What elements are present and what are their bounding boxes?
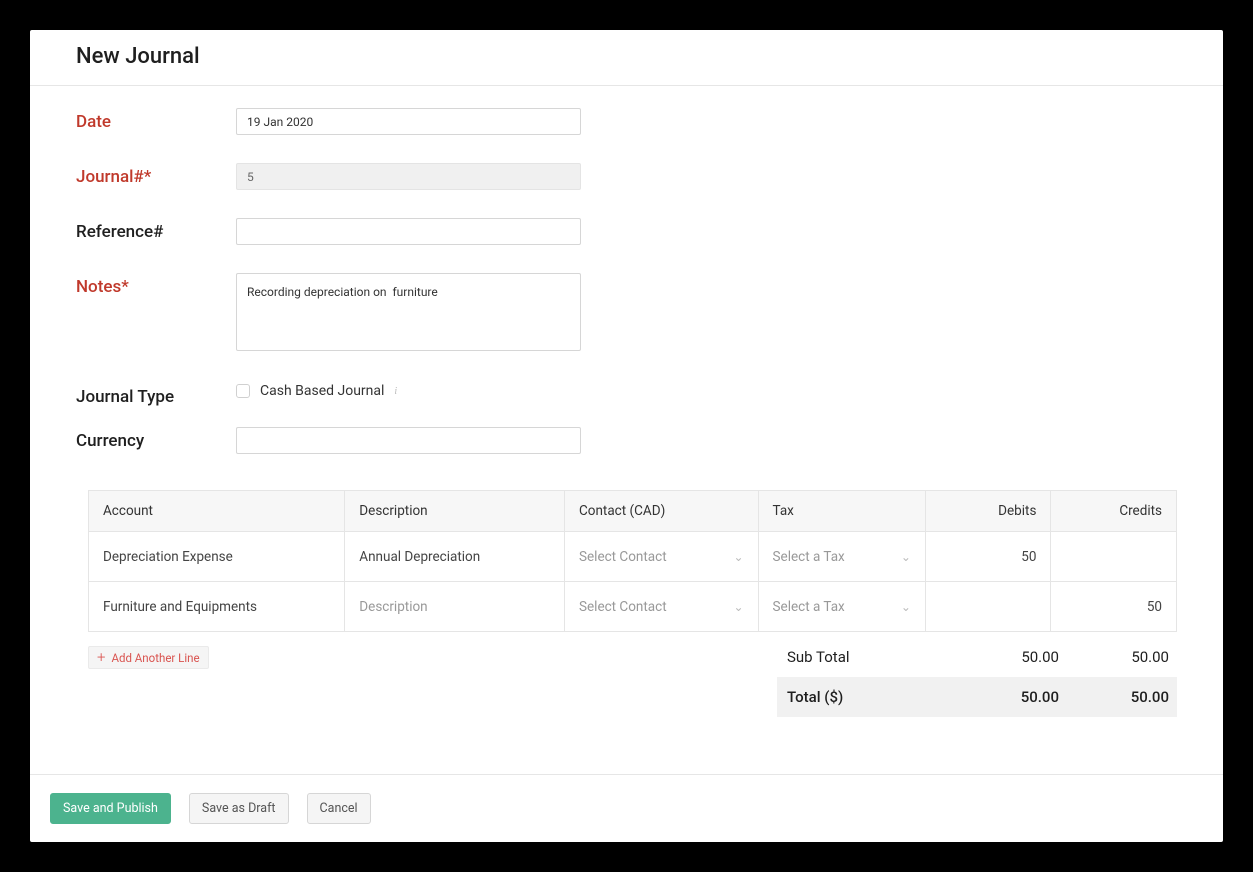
save-and-publish-button[interactable]: Save and Publish xyxy=(50,793,171,824)
journal-number-control: 5 xyxy=(236,163,581,190)
table-header-row: Account Description Contact (CAD) Tax De… xyxy=(89,491,1177,532)
subtotal-label: Sub Total xyxy=(787,648,949,666)
tax-placeholder: Select a Tax xyxy=(773,599,845,615)
line-items-section: Account Description Contact (CAD) Tax De… xyxy=(88,490,1177,717)
col-header-tax: Tax xyxy=(758,491,925,532)
currency-control xyxy=(236,427,581,454)
cell-contact[interactable]: Select Contact ⌄ xyxy=(564,582,758,632)
cell-description[interactable]: Description xyxy=(345,582,565,632)
page-header: New Journal xyxy=(30,30,1223,86)
total-row: Total ($) 50.00 50.00 xyxy=(777,677,1177,717)
journal-type-label: Journal Type xyxy=(76,383,236,407)
field-row-notes: Notes* xyxy=(76,273,1177,355)
notes-input[interactable] xyxy=(236,273,581,351)
chevron-down-icon: ⌄ xyxy=(901,550,911,564)
col-header-contact: Contact (CAD) xyxy=(564,491,758,532)
reference-label: Reference# xyxy=(76,218,236,242)
subtotal-credit: 50.00 xyxy=(1059,648,1169,666)
col-header-credits: Credits xyxy=(1051,491,1177,532)
info-icon[interactable]: i xyxy=(394,386,397,397)
reference-control xyxy=(236,218,581,245)
total-credit: 50.00 xyxy=(1059,688,1169,706)
cell-account[interactable]: Furniture and Equipments xyxy=(89,582,345,632)
field-row-reference: Reference# xyxy=(76,218,1177,245)
col-header-description: Description xyxy=(345,491,565,532)
total-debit: 50.00 xyxy=(949,688,1059,706)
subtotal-row: Sub Total 50.00 50.00 xyxy=(777,637,1177,677)
cell-debit[interactable]: 50 xyxy=(925,532,1051,582)
plus-icon: + xyxy=(97,650,105,665)
journal-number-label: Journal#* xyxy=(76,163,236,187)
add-another-line-button[interactable]: + Add Another Line xyxy=(88,646,209,669)
subtotal-debit: 50.00 xyxy=(949,648,1059,666)
add-line-label: Add Another Line xyxy=(111,651,199,665)
cell-account[interactable]: Depreciation Expense xyxy=(89,532,345,582)
cell-tax[interactable]: Select a Tax ⌄ xyxy=(758,532,925,582)
chevron-down-icon: ⌄ xyxy=(733,600,743,614)
cell-credit[interactable]: 50 xyxy=(1051,582,1177,632)
cell-description[interactable]: Annual Depreciation xyxy=(345,532,565,582)
table-row: Furniture and Equipments Description Sel… xyxy=(89,582,1177,632)
date-control xyxy=(236,108,581,135)
date-label: Date xyxy=(76,108,236,132)
journal-type-control: Cash Based Journal i xyxy=(236,383,581,399)
currency-label: Currency xyxy=(76,427,236,451)
contact-placeholder: Select Contact xyxy=(579,549,667,565)
cell-contact[interactable]: Select Contact ⌄ xyxy=(564,532,758,582)
field-row-currency: Currency xyxy=(76,427,1177,454)
date-input[interactable] xyxy=(236,108,581,135)
cash-based-checkbox[interactable] xyxy=(236,384,250,398)
col-header-debits: Debits xyxy=(925,491,1051,532)
field-row-date: Date xyxy=(76,108,1177,135)
totals-block: Sub Total 50.00 50.00 Total ($) 50.00 50… xyxy=(777,637,1177,717)
cash-based-checkbox-label: Cash Based Journal xyxy=(260,383,384,399)
cell-tax[interactable]: Select a Tax ⌄ xyxy=(758,582,925,632)
currency-input[interactable] xyxy=(236,427,581,454)
col-header-account: Account xyxy=(89,491,345,532)
footer-actions: Save and Publish Save as Draft Cancel xyxy=(30,774,1223,842)
cancel-button[interactable]: Cancel xyxy=(307,793,371,824)
reference-input[interactable] xyxy=(236,218,581,245)
chevron-down-icon: ⌄ xyxy=(733,550,743,564)
notes-control xyxy=(236,273,581,355)
line-items-table: Account Description Contact (CAD) Tax De… xyxy=(88,490,1177,632)
cell-debit[interactable] xyxy=(925,582,1051,632)
field-row-journal-number: Journal#* 5 xyxy=(76,163,1177,190)
app-window: New Journal Date Journal#* 5 Reference# xyxy=(30,30,1223,842)
contact-placeholder: Select Contact xyxy=(579,599,667,615)
cell-credit[interactable] xyxy=(1051,532,1177,582)
journal-number-input[interactable]: 5 xyxy=(236,163,581,190)
form-content: Date Journal#* 5 Reference# Notes* xyxy=(30,86,1223,774)
table-row: Depreciation Expense Annual Depreciation… xyxy=(89,532,1177,582)
journal-number-value: 5 xyxy=(247,170,254,184)
field-row-journal-type: Journal Type Cash Based Journal i xyxy=(76,383,1177,407)
chevron-down-icon: ⌄ xyxy=(901,600,911,614)
page-title: New Journal xyxy=(76,44,1177,69)
notes-label: Notes* xyxy=(76,273,236,297)
save-as-draft-button[interactable]: Save as Draft xyxy=(189,793,289,824)
tax-placeholder: Select a Tax xyxy=(773,549,845,565)
total-label: Total ($) xyxy=(787,688,949,706)
